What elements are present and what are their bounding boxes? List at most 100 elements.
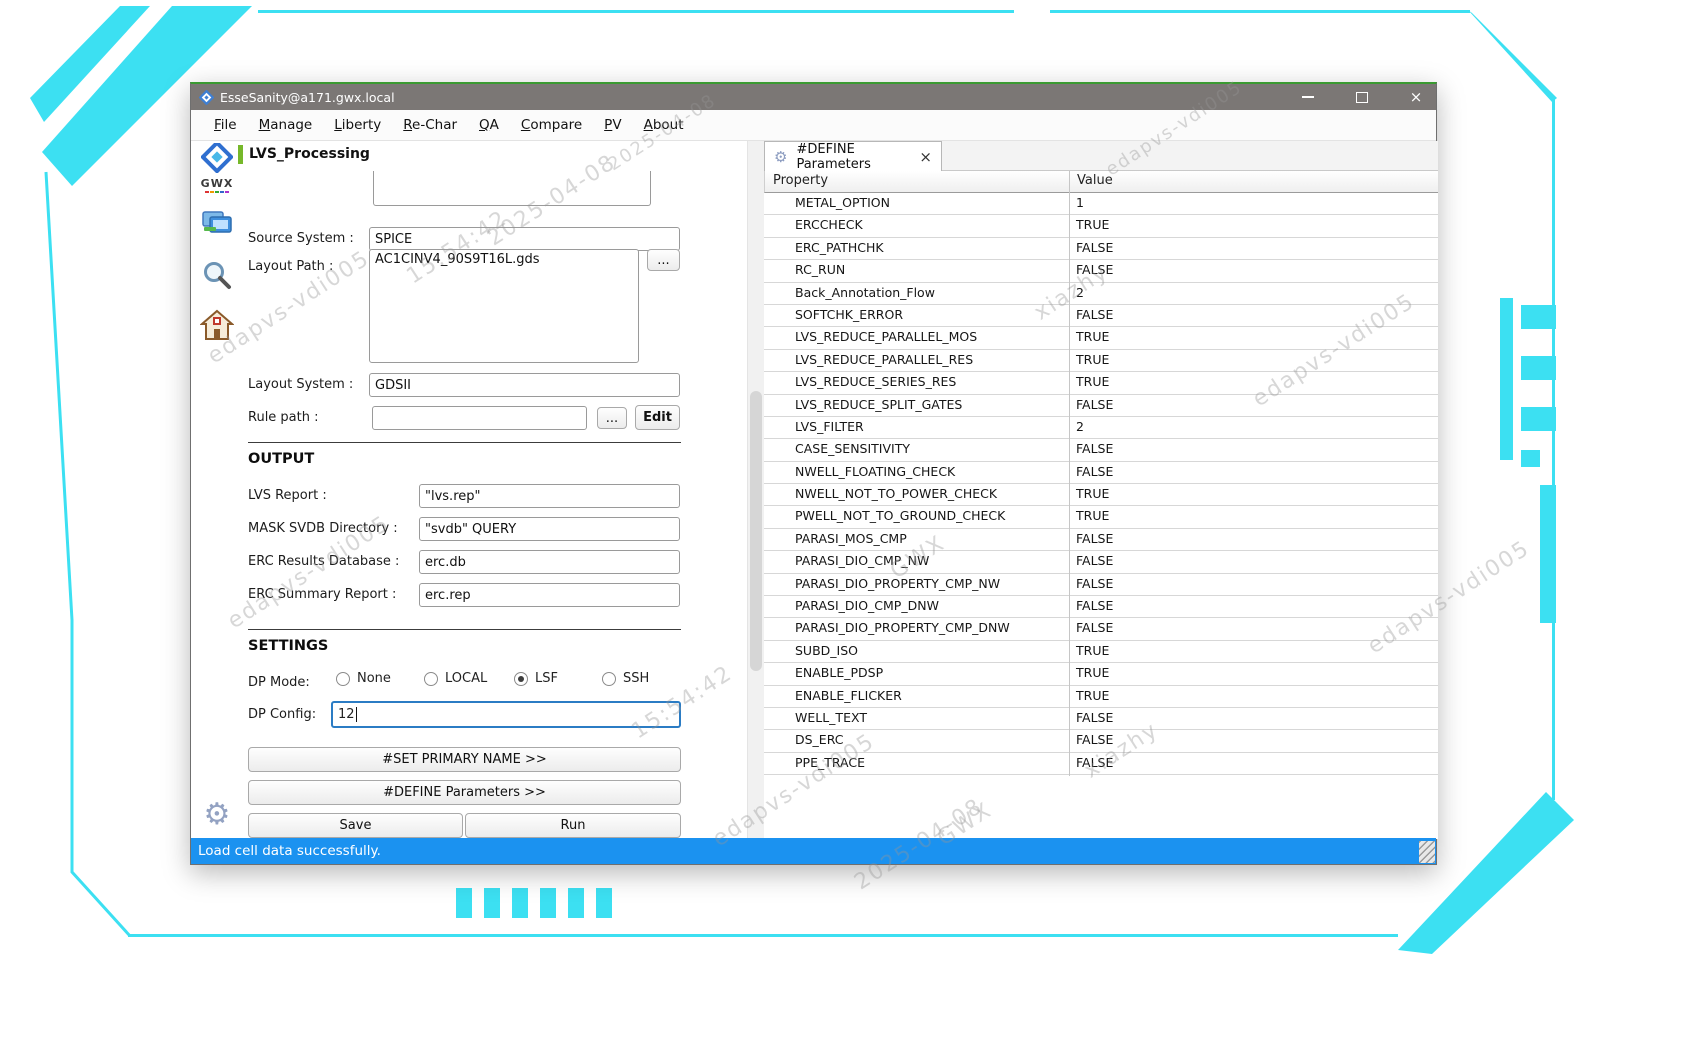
layout-system-input[interactable] bbox=[369, 373, 680, 397]
erc-summary-input[interactable] bbox=[419, 583, 680, 607]
table-row[interactable]: ERCCHECK TRUE bbox=[764, 215, 1438, 237]
frame-bottom-chip-4 bbox=[540, 888, 556, 918]
menu-item[interactable]: Liberty bbox=[323, 113, 392, 137]
left-panel-scrollbar[interactable] bbox=[747, 141, 764, 839]
table-row[interactable]: PARASI_MOS_CMP FALSE bbox=[764, 529, 1438, 551]
table-row[interactable]: WELL_TEXT FALSE bbox=[764, 708, 1438, 730]
home-icon[interactable] bbox=[197, 309, 237, 345]
table-row[interactable]: ENABLE_PDSP TRUE bbox=[764, 663, 1438, 685]
cell-property: METAL_OPTION bbox=[795, 195, 890, 210]
tab-define-parameters[interactable]: ⚙ #DEFINE Parameters × bbox=[764, 141, 942, 171]
cell-value: FALSE bbox=[1076, 397, 1113, 412]
resize-grip-icon[interactable] bbox=[1419, 841, 1435, 863]
table-row[interactable]: ENABLE_FLICKER TRUE bbox=[764, 686, 1438, 708]
radio-icon bbox=[424, 672, 438, 686]
save-button[interactable]: Save bbox=[248, 813, 463, 838]
close-button[interactable]: × bbox=[1406, 88, 1426, 106]
erc-results-input[interactable] bbox=[419, 550, 680, 574]
scrollbar-thumb[interactable] bbox=[750, 391, 762, 671]
source-system-input[interactable] bbox=[369, 227, 680, 251]
table-row[interactable]: PPE_TRACE FALSE bbox=[764, 753, 1438, 775]
table-row[interactable]: PARASI_DIO_PROPERTY_CMP_DNW FALSE bbox=[764, 618, 1438, 640]
cell-value: FALSE bbox=[1076, 464, 1113, 479]
tab-label: #DEFINE Parameters bbox=[796, 142, 910, 172]
table-row[interactable]: NWELL_FLOATING_CHECK FALSE bbox=[764, 462, 1438, 484]
rule-path-input[interactable] bbox=[372, 406, 587, 430]
menu-bar: File Manage Liberty Re-Char QA Compare P… bbox=[191, 110, 1436, 141]
cell-property: ENABLE_FLICKER bbox=[795, 688, 902, 703]
table-row[interactable]: Back_Annotation_Flow 2 bbox=[764, 283, 1438, 305]
dp-mode-option[interactable]: LSF bbox=[514, 671, 558, 686]
cell-value: TRUE bbox=[1076, 486, 1109, 501]
cell-property: ERC_PATHCHK bbox=[795, 240, 884, 255]
cell-value: FALSE bbox=[1076, 710, 1113, 725]
table-row[interactable]: PARASI_DIO_PROPERTY_CMP_NW FALSE bbox=[764, 574, 1438, 596]
table-row[interactable]: PARASI_DIO_CMP_NW FALSE bbox=[764, 551, 1438, 573]
table-row[interactable]: NWELL_NOT_TO_POWER_CHECK TRUE bbox=[764, 484, 1438, 506]
dp-mode-option[interactable]: None bbox=[336, 671, 391, 686]
cell-value: TRUE bbox=[1076, 665, 1109, 680]
table-row[interactable]: DS_ERC FALSE bbox=[764, 730, 1438, 752]
layout-path-browse-button[interactable]: ... bbox=[647, 249, 680, 271]
table-row[interactable]: METAL_OPTION 1 bbox=[764, 193, 1438, 215]
table-row[interactable]: LVS_REDUCE_PARALLEL_MOS TRUE bbox=[764, 327, 1438, 349]
lvs-report-input[interactable] bbox=[419, 484, 680, 508]
settings-gear-icon[interactable]: ⚙ bbox=[197, 797, 237, 832]
table-row[interactable]: ERC_PATHCHK FALSE bbox=[764, 238, 1438, 260]
table-row[interactable]: SOFTCHK_ERROR FALSE bbox=[764, 305, 1438, 327]
frame-bottom-chip-3 bbox=[512, 888, 528, 918]
cell-property: PARASI_MOS_CMP bbox=[795, 531, 907, 546]
cell-property: PARASI_DIO_CMP_NW bbox=[795, 553, 929, 568]
maximize-button[interactable] bbox=[1352, 88, 1372, 106]
dp-mode-option[interactable]: LOCAL bbox=[424, 671, 487, 686]
cell-property: SUBD_ISO bbox=[795, 643, 858, 658]
rule-path-browse-button[interactable]: ... bbox=[597, 407, 627, 429]
table-row[interactable]: SUBD_ISO TRUE bbox=[764, 641, 1438, 663]
displays-icon[interactable] bbox=[197, 209, 237, 241]
mask-svdb-input[interactable] bbox=[419, 517, 680, 541]
table-row[interactable]: PARASI_DIO_CMP_DNW FALSE bbox=[764, 596, 1438, 618]
define-parameters-button[interactable]: #DEFINE Parameters >> bbox=[248, 780, 681, 805]
cell-property: LVS_REDUCE_PARALLEL_RES bbox=[795, 352, 973, 367]
run-button[interactable]: Run bbox=[465, 813, 681, 838]
dp-mode-option[interactable]: SSH bbox=[602, 671, 649, 686]
dp-config-input[interactable]: 12 bbox=[331, 701, 681, 728]
cell-value: FALSE bbox=[1076, 732, 1113, 747]
search-icon[interactable] bbox=[197, 259, 237, 295]
table-row[interactable]: LVS_REDUCE_SERIES_RES TRUE bbox=[764, 372, 1438, 394]
menu-item[interactable]: About bbox=[633, 113, 695, 137]
dp-config-label: DP Config: bbox=[248, 707, 316, 722]
erc-summary-label: ERC Summary Report : bbox=[248, 587, 396, 602]
cell-property: LVS_REDUCE_SERIES_RES bbox=[795, 374, 956, 389]
menu-item[interactable]: File bbox=[203, 113, 248, 137]
radio-icon bbox=[514, 672, 528, 686]
frame-right-thick-bar bbox=[1540, 485, 1556, 623]
menu-item[interactable]: Re-Char bbox=[392, 113, 468, 137]
set-primary-name-button[interactable]: #SET PRIMARY NAME >> bbox=[248, 747, 681, 772]
cell-property: Back_Annotation_Flow bbox=[795, 285, 935, 300]
erc-results-label: ERC Results Database : bbox=[248, 554, 399, 569]
frame-top-line-left bbox=[258, 10, 1014, 13]
gwx-logo[interactable]: GWX bbox=[197, 143, 237, 193]
table-row[interactable]: RC_RUN FALSE bbox=[764, 260, 1438, 282]
table-row[interactable]: LVS_REDUCE_SPLIT_GATES FALSE bbox=[764, 395, 1438, 417]
frame-right-bar-vertical bbox=[1500, 298, 1513, 460]
cell-property: ENABLE_PDSP bbox=[795, 665, 883, 680]
clipped-textarea[interactable] bbox=[373, 171, 651, 206]
menu-item[interactable]: PV bbox=[593, 113, 632, 137]
layout-system-label: Layout System : bbox=[248, 377, 353, 392]
table-row[interactable]: LVS_REDUCE_PARALLEL_RES TRUE bbox=[764, 350, 1438, 372]
minimize-button[interactable] bbox=[1298, 88, 1318, 106]
table-row[interactable]: CASE_SENSITIVITY FALSE bbox=[764, 439, 1438, 461]
tab-close-icon[interactable]: × bbox=[919, 148, 932, 166]
cell-value: FALSE bbox=[1076, 262, 1113, 277]
title-bar[interactable]: EsseSanity@a171.gwx.local × bbox=[191, 84, 1436, 110]
cell-value: FALSE bbox=[1076, 307, 1113, 322]
table-row[interactable]: PWELL_NOT_TO_GROUND_CHECK TRUE bbox=[764, 506, 1438, 528]
rule-path-edit-button[interactable]: Edit bbox=[635, 405, 680, 430]
menu-item[interactable]: QA bbox=[468, 113, 510, 137]
menu-item[interactable]: Compare bbox=[510, 113, 593, 137]
menu-item[interactable]: Manage bbox=[248, 113, 324, 137]
layout-path-textarea[interactable]: AC1CINV4_90S9T16L.gds bbox=[369, 249, 639, 363]
table-row[interactable]: LVS_FILTER 2 bbox=[764, 417, 1438, 439]
